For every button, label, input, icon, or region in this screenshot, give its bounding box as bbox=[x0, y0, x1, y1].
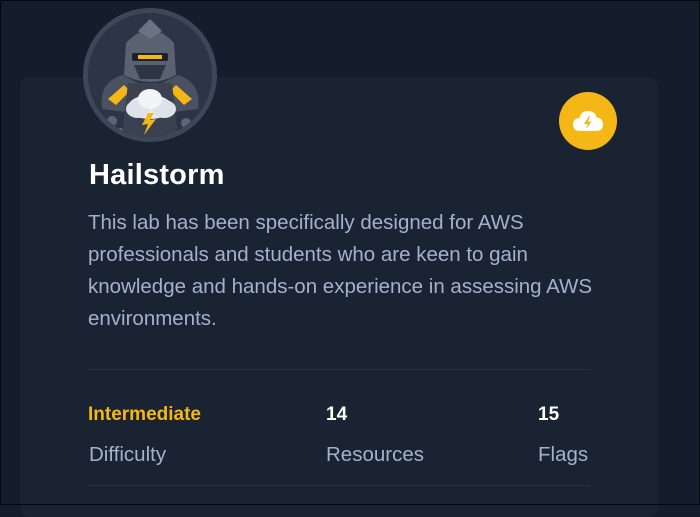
lab-description: This lab has been specifically designed … bbox=[88, 211, 593, 330]
difficulty-label: Difficulty bbox=[89, 443, 167, 466]
resources-label: Resources bbox=[326, 443, 424, 466]
stats-top-divider bbox=[88, 369, 590, 370]
stats-bottom-divider bbox=[88, 485, 590, 486]
armored-knight-storm-cloud-icon bbox=[88, 13, 212, 137]
lab-avatar bbox=[83, 8, 217, 142]
flags-value: 15 bbox=[538, 404, 560, 425]
flags-label: Flags bbox=[538, 443, 589, 466]
cloud-lightning-badge bbox=[559, 92, 617, 150]
difficulty-value: Intermediate bbox=[88, 404, 201, 425]
lab-title: Hailstorm bbox=[89, 159, 225, 191]
cloud-lightning-icon bbox=[573, 111, 603, 131]
resources-value: 14 bbox=[326, 404, 348, 425]
